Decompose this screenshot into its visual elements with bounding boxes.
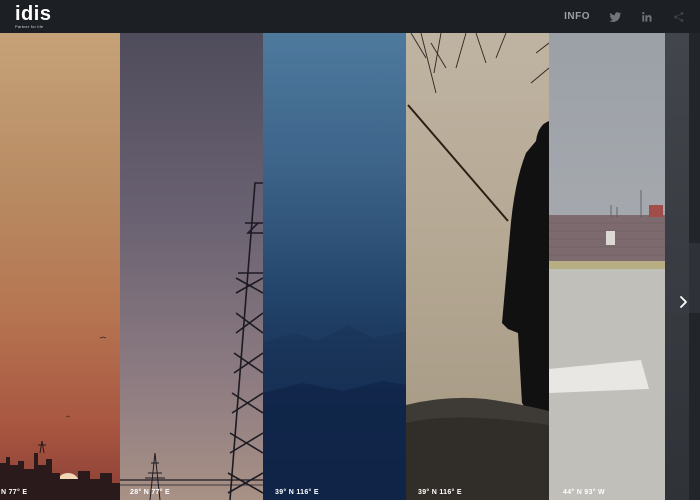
silhouette-photo	[406, 33, 549, 500]
panel-coordinate: 39° N 116° E	[418, 489, 462, 496]
dark-photo	[665, 33, 700, 500]
sunset-photo	[0, 336, 120, 500]
panel-coordinate: N 77° E	[1, 489, 28, 496]
gallery-panel-6[interactable]	[665, 33, 700, 500]
linkedin-icon[interactable]	[640, 10, 654, 24]
gallery-panel-2[interactable]: 28° N 77° E	[120, 33, 263, 500]
logo[interactable]: idis Partner for life	[15, 3, 52, 29]
twitter-icon[interactable]	[608, 10, 622, 24]
gallery-panel-5[interactable]: 44° N 93° W	[549, 33, 665, 500]
gallery-panel-3[interactable]: 39° N 116° E	[263, 33, 406, 500]
chevron-right-icon[interactable]	[676, 295, 690, 309]
image-gallery: N 77° E 28° N 77° E 39° N 116° E 39° N 1…	[0, 33, 700, 500]
rooftop-photo	[549, 190, 665, 500]
share-icon[interactable]	[672, 10, 686, 24]
gallery-panel-4[interactable]: 39° N 116° E	[406, 33, 549, 500]
top-bar: idis Partner for life INFO	[0, 0, 700, 33]
top-nav: INFO	[564, 0, 686, 33]
panel-coordinate: 39° N 116° E	[275, 489, 319, 496]
nav-info-link[interactable]: INFO	[564, 11, 590, 22]
panel-coordinate: 44° N 93° W	[563, 489, 605, 496]
gallery-panel-1[interactable]: N 77° E	[0, 33, 120, 500]
pylon-photo	[120, 182, 263, 500]
mountain-photo	[263, 325, 406, 500]
logo-word: idis	[15, 3, 52, 25]
panel-coordinate: 28° N 77° E	[130, 489, 171, 496]
